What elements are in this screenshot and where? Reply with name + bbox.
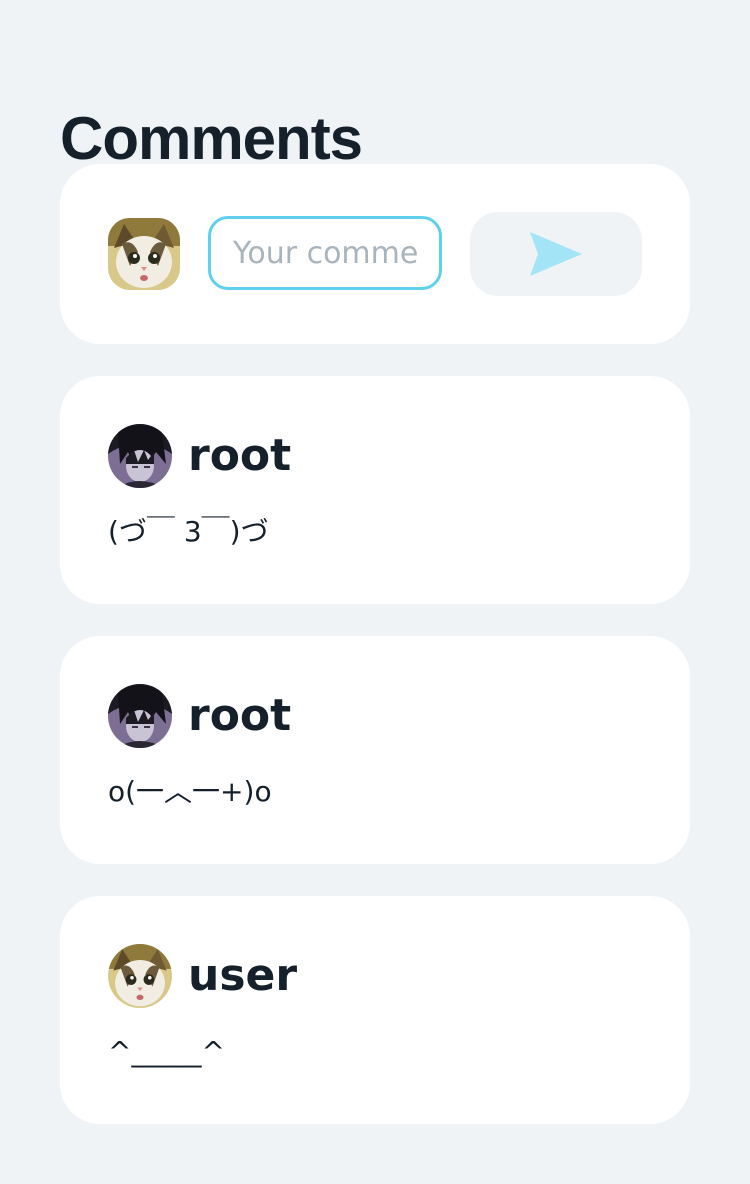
comment-card: root (づ￣ 3￣)づ [60, 376, 690, 604]
comment-input[interactable] [208, 216, 442, 290]
dark-hair-avatar-icon [108, 684, 172, 748]
comment-text: (づ￣ 3￣)づ [108, 515, 269, 548]
dark-hair-avatar-icon [108, 424, 172, 488]
send-icon [530, 232, 582, 276]
comment-text: ^_____^ [108, 1035, 225, 1068]
cat-avatar-icon [108, 944, 172, 1008]
comment-text: o(一︿一+)o [108, 775, 272, 808]
comment-username: root [188, 430, 292, 481]
send-button[interactable] [470, 212, 642, 296]
comment-composer [60, 164, 690, 344]
comment-card: root o(一︿一+)o [60, 636, 690, 864]
cat-avatar-icon [108, 218, 180, 290]
comment-username: user [188, 950, 298, 1001]
comment-card: user ^_____^ [60, 896, 690, 1124]
comment-username: root [188, 690, 292, 741]
